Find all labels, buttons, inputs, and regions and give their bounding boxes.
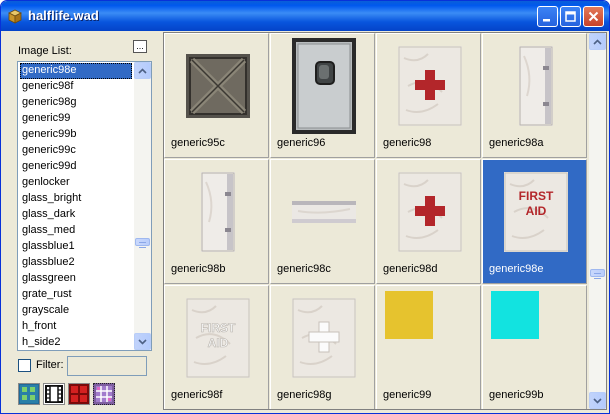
more-options-button[interactable]: ... (133, 40, 147, 53)
grid-scroll-thumb[interactable] (590, 269, 605, 279)
thumbnail-caption: generic98c (277, 263, 331, 275)
title-bar[interactable]: halflife.wad (1, 1, 609, 31)
grid-scrollbar[interactable] (589, 33, 606, 409)
thumb-text: FIRST (201, 321, 236, 335)
window-title: halflife.wad (28, 8, 99, 23)
thumbnail-cell[interactable]: generic99b (482, 285, 587, 409)
list-item[interactable]: glass_dark (20, 207, 132, 223)
scroll-down-button[interactable] (134, 333, 151, 350)
minimize-button[interactable] (537, 6, 558, 27)
filmstrip-view-button[interactable] (43, 383, 65, 405)
list-scrollbar[interactable] (134, 62, 151, 350)
list-item[interactable]: generic99d (20, 159, 132, 175)
purple-grid-icon (96, 386, 112, 402)
list-scroll-thumb[interactable] (135, 238, 150, 248)
narrow-cabinet-icon (519, 46, 553, 129)
crossed-metal-panel-icon (186, 54, 250, 121)
scroll-up-button[interactable] (134, 62, 151, 79)
thumbnail-caption: generic98 (383, 137, 432, 149)
filter-input[interactable] (67, 356, 147, 376)
thumbnail-caption: generic98g (277, 389, 332, 401)
large-icons-button[interactable] (68, 383, 90, 405)
close-button[interactable] (583, 6, 604, 27)
maximize-button[interactable] (560, 6, 581, 27)
left-panel: Image List: ... generic98e generic98f gene… (5, 31, 159, 411)
list-item[interactable]: glassblue1 (20, 239, 132, 255)
thumbnail-cell[interactable]: FIRST AID generic98f (164, 285, 269, 409)
list-item[interactable]: h_side2 (20, 335, 132, 350)
filter-checkbox[interactable] (18, 359, 31, 372)
app-window: halflife.wad Image List: ... generic98e g… (0, 0, 610, 414)
list-item[interactable]: glass_bright (20, 191, 132, 207)
wad-package-icon (8, 9, 22, 24)
thumbnail-cell[interactable]: generic98g (270, 285, 375, 409)
white-cross-panel-icon (292, 298, 356, 381)
tile-grid-icon (20, 385, 38, 403)
close-icon (588, 11, 599, 22)
list-item[interactable]: genlocker (20, 175, 132, 191)
thumbnail-cell[interactable]: generic96 (270, 33, 375, 158)
list-item[interactable]: grayscale (20, 303, 132, 319)
thumbnail-cell[interactable]: generic98 (376, 33, 481, 158)
thumbnail-cell[interactable]: generic95c (164, 33, 269, 158)
list-item[interactable]: glass_med (20, 223, 132, 239)
thumbnail-caption: generic95c (171, 137, 225, 149)
flat-strip-icon (292, 197, 356, 230)
image-listbox[interactable]: generic98e generic98f generic98g generic99 g… (17, 61, 152, 351)
list-item[interactable]: generic98f (20, 79, 132, 95)
thumbnail-cell[interactable]: generic98d (376, 159, 481, 284)
thumbnail-caption: generic96 (277, 137, 326, 149)
chevron-up-icon (138, 67, 147, 74)
list-item[interactable]: generic99c (20, 143, 132, 159)
list-item[interactable]: glassblue2 (20, 255, 132, 271)
thumbnail-caption: generic99 (383, 389, 432, 401)
yellow-swatch-icon (385, 291, 433, 342)
list-item[interactable]: h_front (20, 319, 132, 335)
thumbnail-cell[interactable]: generic98c (270, 159, 375, 284)
image-list-label: Image List: (18, 45, 72, 57)
thumbnail-caption: generic98e (489, 263, 544, 275)
cyan-swatch-icon (491, 291, 539, 342)
list-item[interactable]: generic99 (20, 111, 132, 127)
first-aid-white-icon: FIRST AID (186, 298, 250, 381)
thumbnail-cell[interactable]: generic98b (164, 159, 269, 284)
list-item[interactable]: generic98g (20, 95, 132, 111)
film-frame-icon (45, 385, 63, 403)
thumbnail-caption: generic98d (383, 263, 438, 275)
red-cross-panel-icon (398, 46, 462, 129)
small-icons-button[interactable] (93, 383, 115, 405)
thumbnail-grid[interactable]: generic95c generic96 generic98 generic98… (163, 32, 607, 410)
list-item[interactable]: generic99b (20, 127, 132, 143)
thumb-text: FIRST (519, 189, 554, 203)
thumbnail-cell[interactable]: FIRST AID generic98e (482, 159, 587, 284)
thumb-text: AID (208, 336, 229, 350)
thumb-text: AID (526, 204, 547, 218)
thumbnail-caption: generic98b (171, 263, 226, 275)
thumbnail-cell[interactable]: generic99 (376, 285, 481, 409)
thumbnail-caption: generic98a (489, 137, 544, 149)
maximize-icon (565, 11, 576, 22)
chevron-down-icon (138, 338, 147, 345)
thumbnail-caption: generic98f (171, 389, 223, 401)
chevron-up-icon (593, 38, 602, 45)
thumbnail-cell[interactable]: generic98a (482, 33, 587, 158)
tile-view-button[interactable] (18, 383, 40, 405)
filter-label: Filter: (36, 359, 64, 371)
list-item[interactable]: generic98e (20, 63, 132, 79)
list-item[interactable]: glassgreen (20, 271, 132, 287)
grid-scroll-up-button[interactable] (589, 33, 606, 50)
list-item[interactable]: grate_rust (20, 287, 132, 303)
minimize-icon (543, 19, 550, 22)
grid-scroll-down-button[interactable] (589, 392, 606, 409)
narrow-cabinet-icon (201, 172, 235, 255)
chevron-down-icon (593, 397, 602, 404)
red-squares-icon (71, 386, 87, 402)
first-aid-red-icon: FIRST AID (504, 172, 568, 255)
thumbnail-caption: generic99b (489, 389, 544, 401)
red-cross-panel-icon (398, 172, 462, 255)
metal-door-window-icon (292, 38, 356, 137)
